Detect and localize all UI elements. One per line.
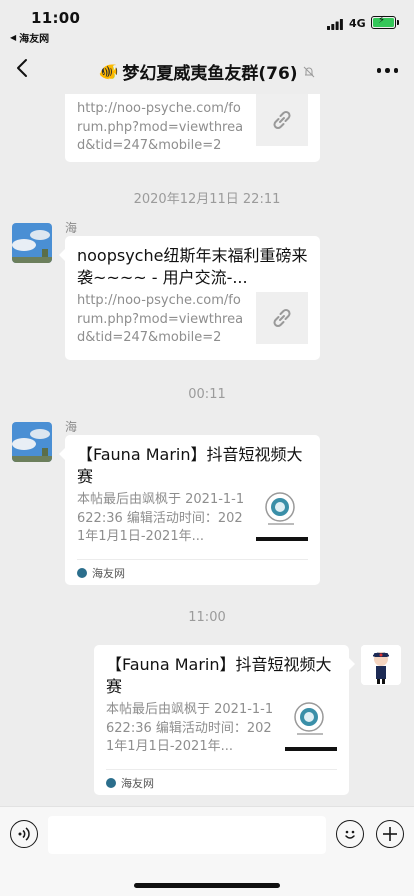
- link-thumbnail: [256, 292, 308, 344]
- article-source: 海友网: [106, 769, 337, 795]
- fish-emoji-icon: 🐠: [98, 62, 119, 81]
- voice-input-button[interactable]: [10, 820, 38, 848]
- status-bar: 11:00 ◀ 海友网 4G ⚡: [0, 0, 414, 46]
- signal-icon: [327, 19, 343, 30]
- charging-bolt-icon: ⚡: [378, 15, 386, 26]
- sender-name: 海: [65, 221, 78, 235]
- link-url: http://noo-psyche.com/forum.php?mod=view…: [77, 101, 244, 153]
- article-card[interactable]: 【Fauna Marin】抖音短视频大赛 本帖最后由飒枫于 2021-1-162…: [59, 435, 320, 585]
- home-indicator[interactable]: [134, 883, 280, 888]
- link-icon: [273, 308, 291, 328]
- sender-avatar[interactable]: [12, 223, 52, 263]
- voice-icon: [18, 827, 30, 841]
- link-card-partial[interactable]: http://noo-psyche.com/forum.php?mod=view…: [65, 94, 320, 162]
- group-name: 梦幻夏威夷鱼友群(76): [122, 64, 298, 84]
- link-card[interactable]: noopsyche纽斯年末福利重磅来袭~~~~ - 用户交流-... http:…: [59, 236, 320, 360]
- article-title: 【Fauna Marin】抖音短视频大赛: [77, 445, 303, 486]
- battery-icon: ⚡: [371, 15, 399, 29]
- timestamp: 2020年12月11日 22:11: [133, 192, 281, 207]
- source-name: 海友网: [92, 566, 125, 580]
- chat-title: 🐠 梦幻夏威夷鱼友群(76): [0, 59, 414, 84]
- source-name: 海友网: [121, 776, 154, 790]
- link-icon: [273, 110, 291, 130]
- input-bar: [0, 806, 414, 896]
- source-logo-icon: [106, 777, 116, 788]
- article-source: 海友网: [77, 559, 308, 585]
- chat-header: 🐠 梦幻夏威夷鱼友群(76): [0, 46, 414, 94]
- more-actions-button[interactable]: [376, 820, 404, 848]
- back-triangle-icon: ◀: [10, 33, 17, 42]
- mute-bell-icon: [303, 66, 314, 77]
- back-app-label: 海友网: [19, 34, 50, 45]
- back-to-app-link[interactable]: ◀ 海友网: [10, 30, 49, 45]
- smiley-icon: [345, 830, 355, 839]
- link-thumbnail: [256, 94, 308, 146]
- article-thumbnail: [256, 487, 308, 543]
- message-input[interactable]: [48, 816, 326, 854]
- network-type: 4G: [349, 17, 366, 30]
- article-desc: 本帖最后由飒枫于 2021-1-1622:36 编辑活动时间：2021年1月1日…: [106, 702, 274, 754]
- article-desc: 本帖最后由飒枫于 2021-1-1622:36 编辑活动时间：2021年1月1日…: [77, 492, 245, 544]
- timestamp: 11:00: [188, 610, 226, 625]
- article-title: 【Fauna Marin】抖音短视频大赛: [106, 655, 332, 696]
- my-avatar[interactable]: [361, 645, 401, 685]
- link-title: noopsyche纽斯年末福利重磅来袭~~~~ - 用户交流-...: [77, 246, 308, 287]
- timestamp: 00:11: [188, 387, 226, 402]
- emoji-button[interactable]: [336, 820, 364, 848]
- more-options-icon[interactable]: [376, 68, 398, 73]
- message-list[interactable]: http://noo-psyche.com/forum.php?mod=view…: [0, 94, 414, 806]
- article-thumbnail: [285, 697, 337, 753]
- sender-name: 海: [65, 420, 78, 434]
- source-logo-icon: [77, 567, 87, 578]
- plus-icon: [383, 827, 397, 841]
- sender-avatar[interactable]: [12, 422, 52, 462]
- status-time: 11:00: [31, 9, 81, 27]
- article-card-self[interactable]: 【Fauna Marin】抖音短视频大赛 本帖最后由飒枫于 2021-1-162…: [94, 645, 355, 795]
- link-url: http://noo-psyche.com/forum.php?mod=view…: [77, 293, 244, 345]
